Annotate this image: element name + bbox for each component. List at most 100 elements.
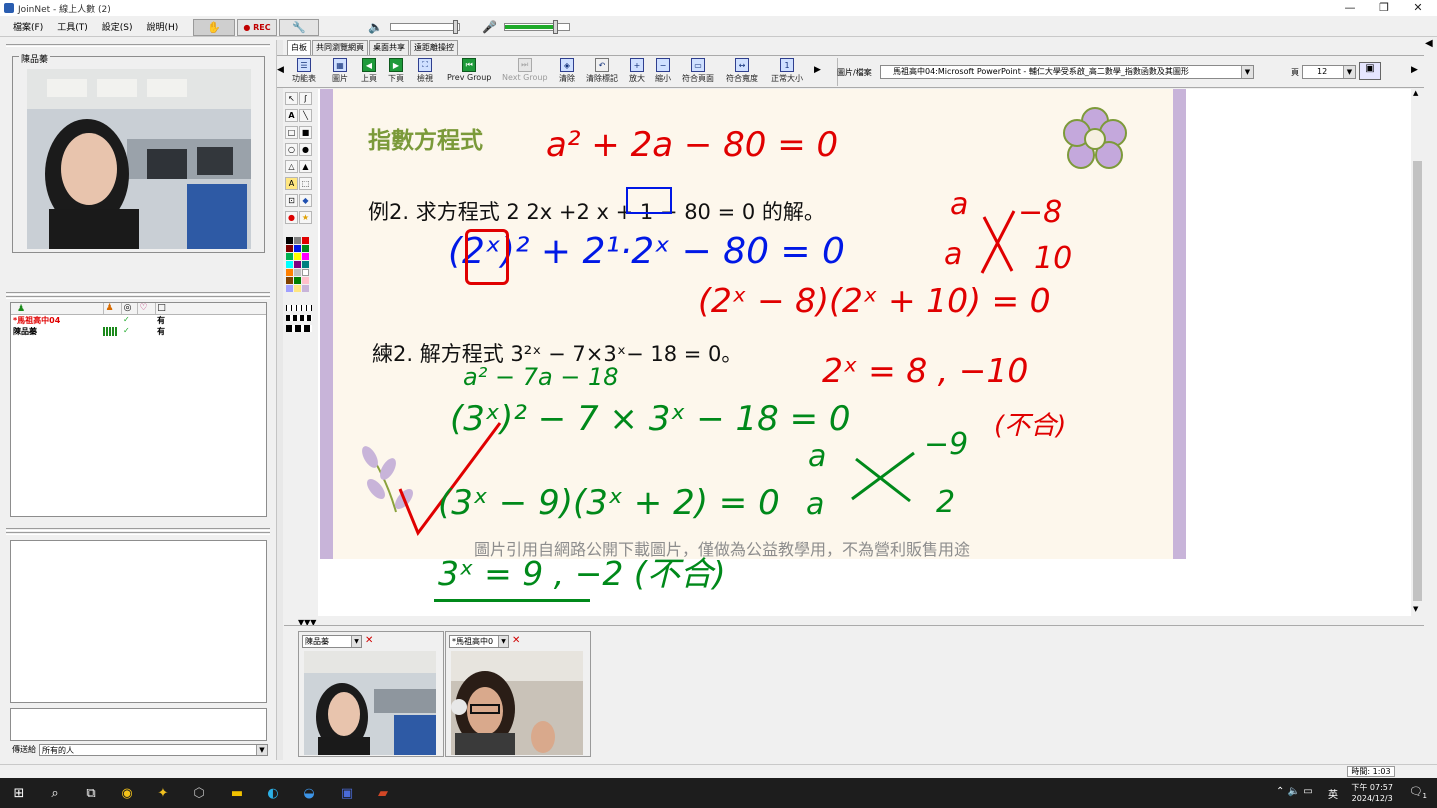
input-language[interactable]: 英 — [1328, 786, 1338, 801]
chat-input[interactable] — [10, 708, 267, 741]
select-area-tool-icon[interactable]: ⬚ — [299, 177, 312, 190]
fit-page-button[interactable]: ▭ 符合頁面 — [682, 58, 714, 88]
color-swatch[interactable] — [286, 245, 293, 252]
file-explorer-icon[interactable]: ▬ — [226, 783, 248, 803]
color-swatch[interactable] — [294, 237, 301, 244]
color-swatch[interactable] — [286, 253, 293, 260]
tab-whiteboard[interactable]: 白板 — [287, 40, 311, 55]
close-icon[interactable]: ✕ — [1401, 0, 1435, 16]
scrollbar-thumb[interactable] — [1413, 161, 1422, 601]
prev-page-button[interactable]: ◀ 上頁 — [361, 58, 377, 88]
clear-marks-button[interactable]: ↶ 清除標記 — [586, 58, 618, 88]
color-swatch[interactable] — [302, 253, 309, 260]
participant-select[interactable]: *馬祖高中0 ▼ — [449, 635, 509, 648]
page-select[interactable]: 12 ▼ — [1302, 65, 1356, 79]
color-swatch[interactable] — [302, 237, 309, 244]
edge-icon[interactable]: ◐ — [262, 783, 284, 803]
line-tool-icon[interactable]: ╲ — [299, 109, 312, 122]
view-button[interactable]: ⛶ 檢視 — [417, 58, 433, 88]
next-page-button[interactable]: ▶ 下頁 — [388, 58, 404, 88]
color-swatch[interactable] — [302, 245, 309, 252]
ellipse-outline-tool-icon[interactable]: ○ — [285, 143, 298, 156]
user-row[interactable]: 陳品蓁 ✓ 有 — [11, 326, 266, 337]
toolbar-more-icon[interactable]: ▶ — [1411, 65, 1418, 75]
zoom-in-button[interactable]: + 放大 — [629, 58, 645, 88]
color-swatch[interactable] — [286, 285, 293, 292]
powerpoint-icon[interactable]: ▰ — [372, 783, 394, 803]
package-icon[interactable]: ⬡ — [188, 783, 210, 803]
slider-thumb[interactable] — [453, 20, 458, 34]
mic-volume-slider[interactable] — [504, 20, 570, 34]
menu-tools[interactable]: 工具(T) — [50, 20, 95, 33]
color-swatch[interactable] — [294, 269, 301, 276]
participant-select[interactable]: 陳品蓁 ▼ — [302, 635, 362, 648]
toolbar-collapse-icon[interactable]: ◀ — [277, 65, 284, 75]
color-swatch[interactable] — [302, 285, 309, 292]
stamp-tool-icon[interactable]: ⊡ — [285, 194, 298, 207]
whiteboard-vertical-scrollbar[interactable]: ▲ ▼ — [1411, 89, 1424, 616]
tab-desktop-share[interactable]: 桌面共享 — [369, 40, 409, 55]
menu-help[interactable]: 說明(H) — [139, 20, 185, 33]
tray-icons[interactable]: ⌃ 🔈 ▭ — [1276, 786, 1313, 797]
color-swatch[interactable] — [302, 261, 309, 268]
task-view-icon[interactable]: ⧉ — [80, 783, 102, 803]
scroll-up-icon[interactable]: ▲ — [1413, 89, 1418, 97]
speaker-icon[interactable]: 🔈 — [368, 20, 383, 34]
polygon-filled-tool-icon[interactable]: ▲ — [299, 160, 312, 173]
scroll-down-icon[interactable]: ▼ — [1413, 605, 1418, 613]
freehand-tool-icon[interactable]: ʃ — [299, 92, 312, 105]
fit-width-button[interactable]: ↔ 符合寬度 — [726, 58, 758, 88]
highlight-tool-icon[interactable]: A — [285, 177, 298, 190]
color-swatch[interactable] — [286, 269, 293, 276]
next-group-button[interactable]: ⏭ Next Group — [502, 58, 548, 88]
menu-file[interactable]: 檔案(F) — [6, 20, 50, 33]
system-clock[interactable]: 下午 07:57 2024/12/3 — [1351, 782, 1393, 804]
raise-hand-button[interactable]: ✋ — [193, 19, 235, 36]
line-width-option[interactable] — [286, 325, 312, 332]
chrome-icon[interactable]: ◉ — [116, 783, 138, 803]
clear-button[interactable]: ◈ 清除 — [559, 58, 575, 88]
ellipse-filled-tool-icon[interactable]: ● — [299, 143, 312, 156]
color-swatch[interactable] — [294, 277, 301, 284]
user-row[interactable]: *馬祖高中04 ✓ 有 — [11, 315, 266, 326]
apple-icon[interactable]: ● — [285, 211, 298, 224]
color-swatch[interactable] — [286, 237, 293, 244]
send-to-select[interactable]: 所有的人 ▼ — [39, 743, 268, 756]
search-icon[interactable]: ⌕ — [44, 783, 66, 803]
polygon-outline-tool-icon[interactable]: △ — [285, 160, 298, 173]
tab-remote-control[interactable]: 遠距離操控 — [410, 40, 458, 55]
collapse-right-icon[interactable]: ◀ — [1425, 38, 1433, 49]
notification-icon[interactable]: 🗨 — [1409, 785, 1423, 798]
line-width-option[interactable] — [286, 315, 312, 321]
tools-button[interactable]: 🔧 — [279, 19, 319, 36]
zoom-out-button[interactable]: − 縮小 — [655, 58, 671, 88]
toolbar-expand-icon[interactable]: ▶ — [814, 65, 821, 75]
whiteboard[interactable]: 指數方程式 例2. 求方程式 2 2x +2 x + 1 − 80 = 0 的解… — [318, 89, 1411, 616]
image-button[interactable]: ▦ 圖片 — [332, 58, 348, 88]
slider-thumb[interactable] — [553, 20, 558, 34]
page-thumbnails-icon[interactable]: ▣ — [1359, 62, 1381, 80]
star-icon[interactable]: ★ — [299, 211, 312, 224]
color-swatch[interactable] — [294, 285, 301, 292]
windows-start-icon[interactable]: ⊞ — [8, 783, 30, 803]
chat-log[interactable] — [10, 540, 267, 703]
normal-size-button[interactable]: 1 正常大小 — [771, 58, 803, 88]
color-swatch[interactable] — [302, 277, 309, 284]
restore-icon[interactable]: ❐ — [1367, 0, 1401, 16]
color-swatch[interactable] — [286, 277, 293, 284]
color-swatch[interactable] — [286, 261, 293, 268]
close-video-icon[interactable]: ✕ — [365, 635, 373, 646]
app-icon[interactable]: ✦ — [152, 783, 174, 803]
tab-cobrowse[interactable]: 共同瀏覽網頁 — [312, 40, 368, 55]
joinnet-taskbar-icon[interactable]: ▣ — [336, 783, 358, 803]
line-width-option[interactable] — [286, 305, 312, 311]
color-swatch[interactable] — [294, 253, 301, 260]
pointer-tool-icon[interactable]: ↖ — [285, 92, 298, 105]
color-swatch[interactable] — [302, 269, 309, 276]
file-select[interactable]: 馬祖高中04:Microsoft PowerPoint - 輔仁大學受系啟_高二… — [880, 65, 1254, 79]
prev-group-button[interactable]: ⏮ Prev Group — [447, 58, 491, 88]
panel-splitter[interactable] — [276, 40, 283, 760]
menu-button[interactable]: ☰ 功能表 — [292, 58, 316, 88]
record-button[interactable]: ● REC — [237, 19, 277, 36]
minimize-icon[interactable]: — — [1333, 0, 1367, 16]
